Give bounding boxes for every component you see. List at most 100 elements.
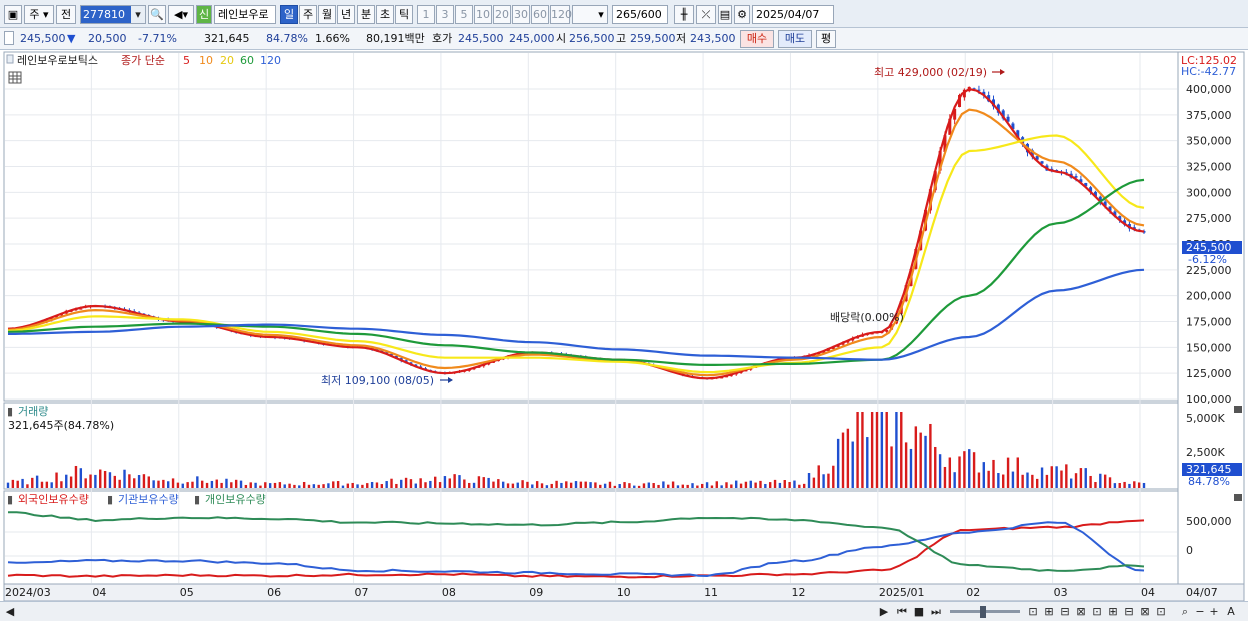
stock-chart[interactable]: 400,000 375,000 350,000 325,000 300,000 275,0… bbox=[0, 50, 1248, 602]
volume-bar bbox=[128, 474, 131, 488]
turnover-ratio: 1.66% bbox=[315, 32, 350, 45]
save-icon[interactable]: ▤ bbox=[718, 5, 732, 24]
layout-icon-2[interactable]: ⊞ bbox=[1042, 604, 1056, 619]
layout-icon-8[interactable]: ⊠ bbox=[1138, 604, 1152, 619]
zoom-slider-handle[interactable] bbox=[980, 606, 986, 618]
volume-bar bbox=[1118, 482, 1121, 488]
volume-bar bbox=[866, 437, 869, 488]
volume-bar bbox=[545, 485, 549, 488]
bottom-scrollbar[interactable]: ◀ ▶ ⏮ ■ ⏭ ⊡ ⊞ ⊟ ⊠ ⊡ ⊞ ⊟ ⊠ ⊡ ⌕ − + A bbox=[0, 601, 1248, 621]
interval-dropdown[interactable]: ▾ bbox=[572, 5, 608, 24]
interval-1[interactable]: 1 bbox=[417, 5, 435, 24]
first-page-icon[interactable]: ⏮ bbox=[894, 604, 910, 619]
volume-bar bbox=[584, 481, 587, 488]
search-icon[interactable]: 🔍 bbox=[148, 5, 166, 24]
volume-bar bbox=[196, 476, 199, 488]
volume-bar bbox=[1142, 482, 1146, 488]
count-field[interactable]: 265/600 bbox=[612, 5, 668, 24]
period-select[interactable]: 주 ▾ bbox=[24, 5, 54, 24]
layout-icon-6[interactable]: ⊞ bbox=[1106, 604, 1120, 619]
volume-bar bbox=[108, 472, 112, 488]
tab-week[interactable]: 주 bbox=[299, 5, 317, 24]
stock-code-input[interactable]: 277810 ▾ bbox=[80, 5, 146, 24]
last-page-icon[interactable]: ⏭ bbox=[928, 604, 944, 619]
volume-bar bbox=[283, 484, 286, 488]
interval-120[interactable]: 120 bbox=[550, 5, 572, 24]
layout-icon-1[interactable]: ⊡ bbox=[1026, 604, 1040, 619]
volume-bar bbox=[628, 483, 631, 488]
volume-title: 거래량 bbox=[18, 405, 48, 418]
tab-month[interactable]: 월 bbox=[318, 5, 336, 24]
zoom-icon[interactable]: ⌕ bbox=[1178, 604, 1192, 619]
date-field[interactable]: 2025/04/07 bbox=[752, 5, 834, 24]
zoom-out-icon[interactable]: − bbox=[1194, 604, 1206, 619]
interval-60[interactable]: 60 bbox=[531, 5, 549, 24]
volume-bar bbox=[89, 474, 92, 488]
volume-bar bbox=[841, 432, 845, 488]
sell-button[interactable]: 매도 bbox=[778, 30, 812, 48]
layout-icon-9[interactable]: ⊡ bbox=[1154, 604, 1168, 619]
volume-bar bbox=[1055, 466, 1058, 488]
volume-bar bbox=[739, 483, 743, 488]
x-axis-label: 04 bbox=[1141, 586, 1155, 599]
volume-bar bbox=[919, 432, 922, 488]
layout-icon-3[interactable]: ⊟ bbox=[1058, 604, 1072, 619]
interval-10[interactable]: 10 bbox=[474, 5, 492, 24]
layout-icon-5[interactable]: ⊡ bbox=[1090, 604, 1104, 619]
volume-bar bbox=[157, 480, 160, 488]
volume-bar bbox=[900, 412, 903, 488]
price-change-pct: -7.71% bbox=[138, 32, 177, 45]
eval-button[interactable]: 평 bbox=[816, 30, 836, 48]
volume-bar bbox=[118, 479, 121, 488]
volume-bar bbox=[327, 483, 330, 488]
stock-name-field[interactable]: 레인보우로 bbox=[214, 5, 276, 24]
interval-20[interactable]: 20 bbox=[493, 5, 511, 24]
tab-year[interactable]: 년 bbox=[337, 5, 355, 24]
volume-bar bbox=[1045, 474, 1049, 488]
volume-bar bbox=[827, 473, 830, 488]
volume-bar bbox=[550, 483, 553, 488]
font-size-icon[interactable]: A bbox=[1222, 604, 1240, 619]
volume-bar bbox=[448, 478, 451, 488]
volume-bar bbox=[870, 412, 874, 488]
tab-day[interactable]: 일 bbox=[280, 5, 298, 24]
table-icon[interactable] bbox=[8, 71, 22, 84]
candle-icon[interactable]: ╫ bbox=[674, 5, 694, 24]
volume-bar bbox=[535, 481, 539, 488]
tab-tick[interactable]: 틱 bbox=[395, 5, 413, 24]
x-axis-label: 04/07 bbox=[1186, 586, 1218, 599]
buy-button[interactable]: 매수 bbox=[740, 30, 774, 48]
volume-bar bbox=[992, 459, 995, 488]
draw-tool-icon[interactable]: ⤫ bbox=[696, 5, 716, 24]
zoom-in-icon[interactable]: + bbox=[1208, 604, 1220, 619]
volume-bar bbox=[472, 482, 476, 488]
volume-bar bbox=[574, 481, 578, 488]
tab-second[interactable]: 초 bbox=[376, 5, 394, 24]
scroll-right-icon[interactable]: ▶ bbox=[878, 604, 890, 619]
holdings-close-icon[interactable] bbox=[1234, 494, 1242, 501]
volume-bar bbox=[938, 454, 942, 488]
volume-bar bbox=[1035, 478, 1039, 488]
stop-icon[interactable]: ■ bbox=[912, 604, 926, 619]
volume-bar bbox=[623, 482, 626, 488]
sound-icon[interactable]: ◀▾ bbox=[168, 5, 194, 24]
expand-icon[interactable] bbox=[4, 31, 14, 45]
interval-30[interactable]: 30 bbox=[512, 5, 530, 24]
prev-button[interactable]: 전 bbox=[56, 5, 76, 24]
interval-3[interactable]: 3 bbox=[436, 5, 454, 24]
settings-gear-icon[interactable]: ⚙ bbox=[734, 5, 750, 24]
interval-5[interactable]: 5 bbox=[455, 5, 473, 24]
volume-bar bbox=[152, 480, 155, 488]
chart-area[interactable]: 400,000 375,000 350,000 325,000 300,000 275,0… bbox=[0, 50, 1248, 602]
volume-bar bbox=[807, 473, 811, 488]
volume-bar bbox=[443, 476, 447, 488]
volume-close-icon[interactable] bbox=[1234, 406, 1242, 413]
volume-tick-2500k: 2,500K bbox=[1186, 446, 1225, 459]
volume-bar bbox=[1021, 474, 1024, 488]
layout-icon-7[interactable]: ⊟ bbox=[1122, 604, 1136, 619]
layout-icon-4[interactable]: ⊠ bbox=[1074, 604, 1088, 619]
volume-bar bbox=[764, 483, 767, 488]
tab-minute[interactable]: 분 bbox=[357, 5, 375, 24]
scroll-left-icon[interactable]: ◀ bbox=[4, 604, 16, 619]
window-menu-icon[interactable]: ▣ bbox=[4, 5, 22, 24]
